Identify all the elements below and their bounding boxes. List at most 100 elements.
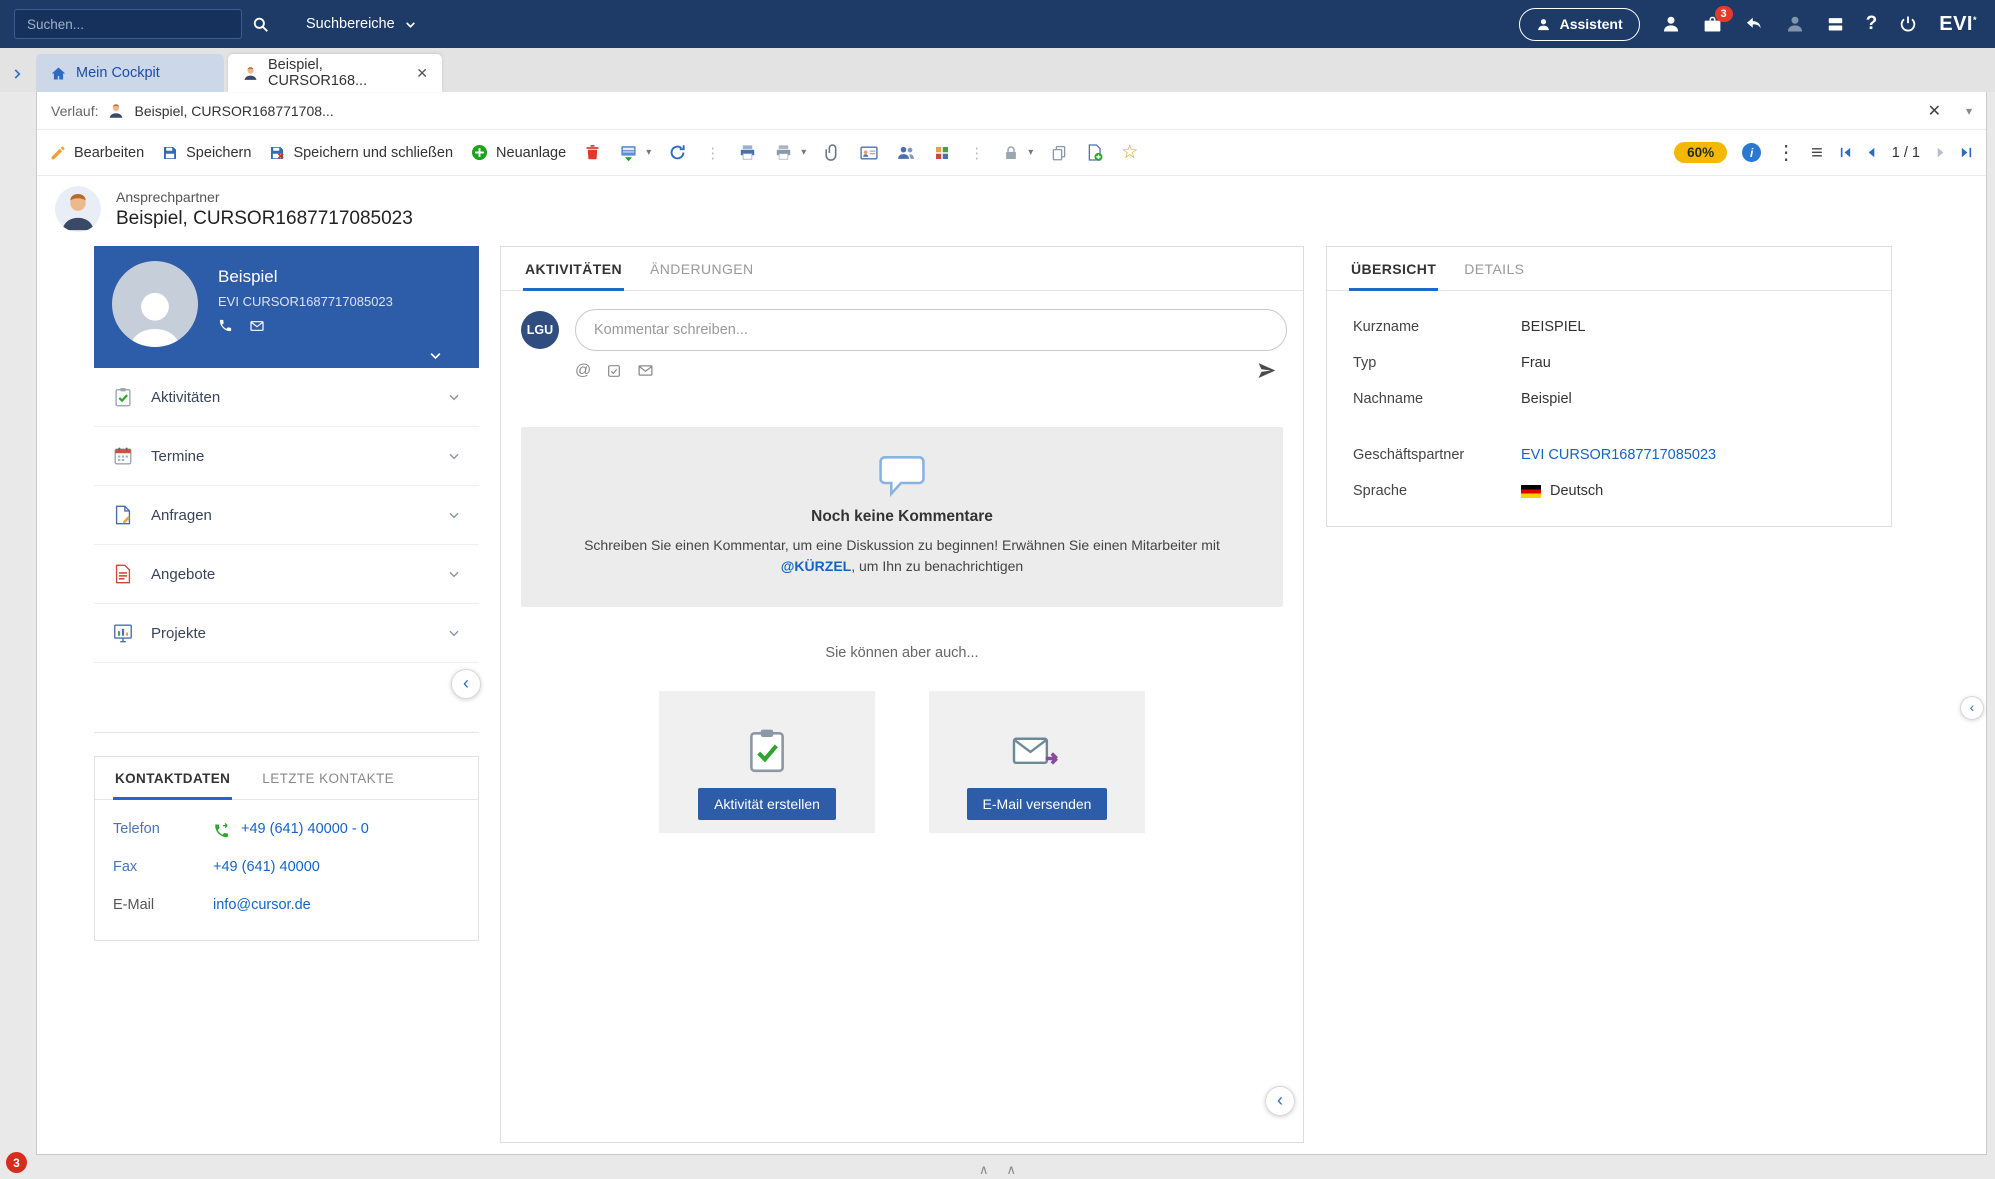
tab-details[interactable]: DETAILS: [1450, 247, 1538, 290]
copy-button[interactable]: [1050, 144, 1068, 162]
first-page-icon[interactable]: [1838, 145, 1853, 160]
notification-badge[interactable]: 3: [6, 1152, 27, 1173]
business-card-button[interactable]: [859, 143, 879, 163]
close-icon[interactable]: ✕: [416, 65, 428, 82]
fax-value[interactable]: +49 (641) 40000: [213, 859, 320, 875]
info-icon[interactable]: i: [1742, 143, 1761, 162]
chevron-down-icon: [447, 508, 461, 522]
phone-outgoing-icon[interactable]: [213, 821, 241, 838]
zoom-badge[interactable]: 60%: [1674, 142, 1727, 163]
attachment-button[interactable]: [823, 143, 842, 162]
new-document-button[interactable]: [1085, 143, 1104, 162]
refresh-button[interactable]: [668, 143, 687, 162]
requests-icon: [112, 504, 134, 526]
speech-bubble-icon: [569, 453, 1235, 498]
collapse-left-panel-button[interactable]: ‹: [451, 669, 481, 699]
toolbar-right: 60% i ⋮ ≡ 1 / 1: [1674, 142, 1974, 163]
user-icon[interactable]: [1661, 14, 1681, 34]
field-value: Deutsch: [1550, 483, 1603, 499]
geschaeftspartner-link[interactable]: EVI CURSOR1687717085023: [1521, 447, 1716, 463]
phone-icon[interactable]: [218, 318, 233, 334]
collapse-center-panel-button[interactable]: ‹: [1265, 1086, 1295, 1116]
export-button[interactable]: ▾: [619, 143, 651, 162]
chevron-down-icon[interactable]: [428, 348, 443, 363]
favorite-button[interactable]: ☆: [1121, 143, 1138, 162]
sidebar-item-termine[interactable]: Termine: [94, 427, 479, 486]
sidebar-item-angebote[interactable]: Angebote: [94, 545, 479, 604]
delete-button[interactable]: [583, 143, 602, 162]
send-icon[interactable]: [1256, 360, 1277, 381]
suchbereiche-dropdown[interactable]: Suchbereiche: [306, 16, 417, 32]
comment-input[interactable]: [575, 309, 1287, 351]
mail-icon[interactable]: [637, 362, 654, 379]
pagination: 1 / 1: [1838, 145, 1974, 161]
search-icon[interactable]: [242, 9, 278, 39]
caret-down-icon: ▾: [1028, 147, 1033, 158]
undo-icon[interactable]: [1744, 14, 1764, 34]
chevron-right-icon[interactable]: [10, 67, 24, 81]
speichern-button[interactable]: Speichern: [161, 144, 251, 162]
tab-record[interactable]: Beispiel, CURSOR168... ✕: [228, 54, 442, 92]
create-activity-button[interactable]: Aktivität erstellen: [698, 788, 836, 820]
phone-link[interactable]: +49 (641) 40000 - 0: [241, 821, 369, 837]
chevron-up-icon[interactable]: ∧: [1007, 1162, 1017, 1178]
export-icon: [619, 143, 638, 162]
assistent-button[interactable]: Assistent: [1519, 8, 1640, 41]
menu-icon[interactable]: ≡: [1811, 143, 1823, 163]
more-vertical-icon[interactable]: ⋮: [1776, 143, 1796, 163]
speichern-und-schliessen-button[interactable]: Speichern und schließen: [268, 144, 453, 162]
field-typ: Typ Frau: [1353, 345, 1865, 381]
record-header: Ansprechpartner Beispiel, CURSOR16877170…: [37, 176, 1986, 242]
previous-page-icon[interactable]: [1864, 145, 1879, 160]
task-icon[interactable]: [606, 363, 622, 379]
chevron-up-icon[interactable]: ∧: [979, 1162, 989, 1178]
collapse-right-panel-button[interactable]: ‹: [1960, 696, 1984, 720]
tab-label: Beispiel, CURSOR168...: [268, 57, 407, 89]
tab-aktivitaeten[interactable]: AKTIVITÄTEN: [511, 247, 636, 290]
last-page-icon[interactable]: [1959, 145, 1974, 160]
bearbeiten-button[interactable]: Bearbeiten: [49, 144, 144, 162]
mail-icon[interactable]: [249, 318, 265, 334]
tab-letzte-kontakte[interactable]: LETZTE KONTAKTE: [246, 757, 410, 799]
topbar-actions: Assistent 3 ? EVI*: [1519, 8, 1977, 41]
print-options-button[interactable]: ▾: [774, 143, 806, 162]
tab-aenderungen[interactable]: ÄNDERUNGEN: [636, 247, 768, 290]
tab-mein-cockpit[interactable]: Mein Cockpit: [36, 54, 224, 92]
verlauf-bar: Verlauf: Beispiel, CURSOR168771708... ✕ …: [37, 92, 1986, 130]
verlauf-entry[interactable]: Beispiel, CURSOR168771708...: [134, 103, 333, 119]
field-geschaeftspartner: Geschäftspartner EVI CURSOR1687717085023: [1353, 437, 1865, 473]
user-muted-icon[interactable]: [1785, 14, 1805, 34]
next-page-icon[interactable]: [1933, 145, 1948, 160]
email-link[interactable]: info@cursor.de: [213, 897, 311, 913]
field-value: BEISPIEL: [1521, 319, 1585, 335]
caret-down-icon[interactable]: ▾: [1966, 104, 1972, 118]
search-input[interactable]: [14, 9, 242, 39]
mention-link[interactable]: @KÜRZEL: [781, 558, 851, 574]
sidebar-item-anfragen[interactable]: Anfragen: [94, 486, 479, 545]
modules-button[interactable]: [933, 144, 951, 162]
power-icon[interactable]: [1898, 14, 1918, 34]
clipboard-check-icon: [742, 726, 792, 776]
right-panel: ÜBERSICHT DETAILS Kurzname BEISPIEL Typ …: [1326, 246, 1892, 527]
send-email-button[interactable]: E-Mail versenden: [967, 788, 1108, 820]
neuanlage-button[interactable]: Neuanlage: [470, 143, 566, 162]
sidebar-item-aktivitaeten[interactable]: Aktivitäten: [94, 368, 479, 427]
tab-uebersicht[interactable]: ÜBERSICHT: [1337, 247, 1450, 290]
permissions-button[interactable]: ▾: [1002, 144, 1033, 162]
server-icon[interactable]: [1826, 15, 1845, 34]
tab-kontaktdaten[interactable]: KONTAKTDATEN: [99, 757, 246, 799]
print-button[interactable]: [738, 143, 757, 162]
people-icon: [896, 143, 916, 163]
help-icon[interactable]: ?: [1866, 13, 1878, 35]
inbox-icon[interactable]: 3: [1702, 14, 1723, 35]
send-email-card: E-Mail versenden: [929, 691, 1145, 833]
mention-icon[interactable]: @: [575, 363, 591, 379]
plus-circle-icon: [470, 143, 489, 162]
sidebar-item-label: Aktivitäten: [151, 389, 430, 406]
topbar: Suchbereiche Assistent 3 ? EVI*: [0, 0, 1995, 48]
contacts-button[interactable]: [896, 143, 916, 163]
sidebar-item-projekte[interactable]: Projekte: [94, 604, 479, 663]
center-panel: AKTIVITÄTEN ÄNDERUNGEN LGU @ Noch keine …: [500, 246, 1304, 1143]
close-icon[interactable]: ✕: [1928, 101, 1941, 121]
paperclip-icon: [823, 143, 842, 162]
